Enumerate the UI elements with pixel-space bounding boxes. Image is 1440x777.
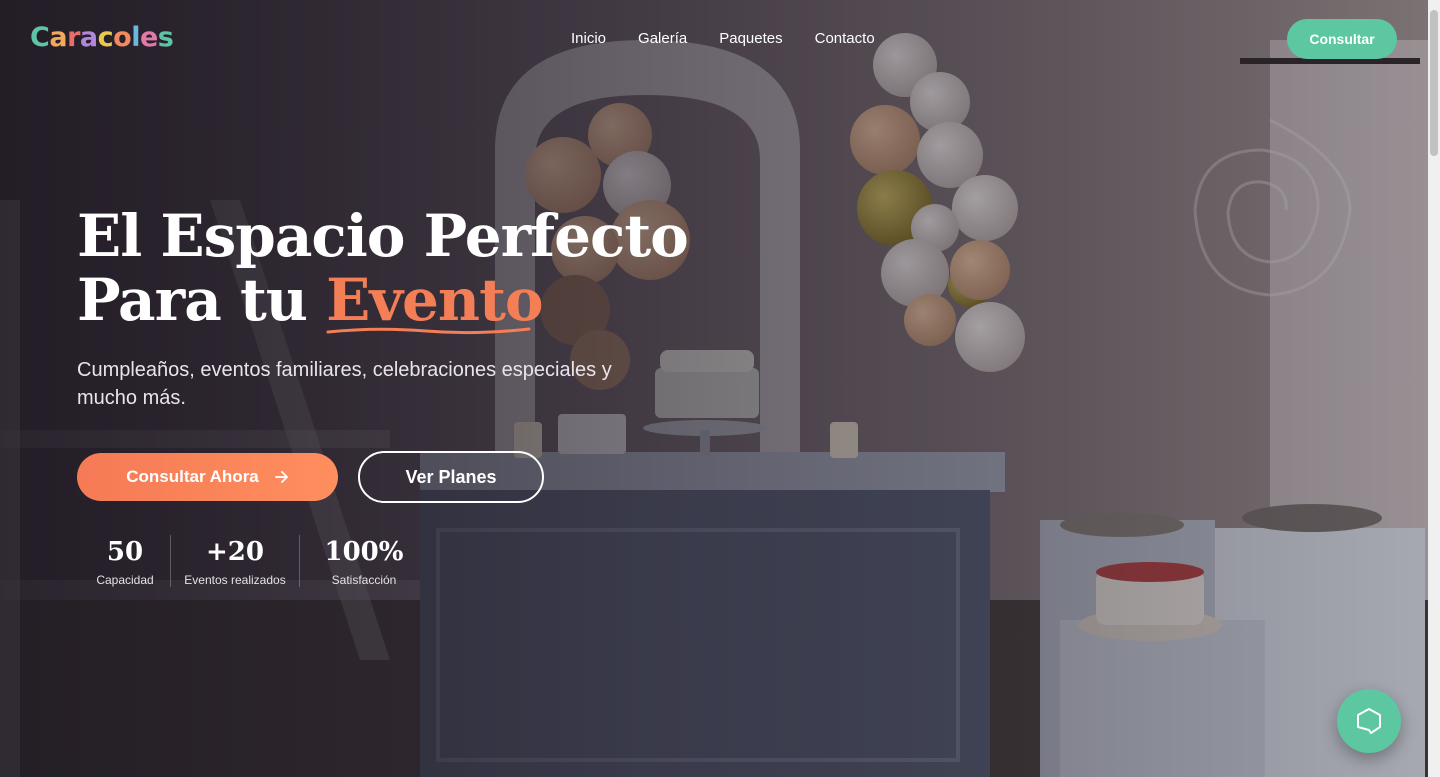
stat-label: Capacidad <box>96 573 154 587</box>
hero-title-accent-text: Evento <box>326 266 543 334</box>
scrollbar-thumb[interactable] <box>1430 10 1438 156</box>
stat-label: Eventos realizados <box>184 573 286 587</box>
hero-subtitle: Cumpleaños, eventos familiares, celebrac… <box>77 359 612 409</box>
logo-letter: o <box>113 22 132 53</box>
logo-letter: c <box>97 22 114 53</box>
logo-letter: l <box>131 22 140 53</box>
chat-bubble-icon <box>1357 708 1381 734</box>
header-consult-button[interactable]: Consultar <box>1287 19 1397 59</box>
arrow-right-icon <box>274 471 288 483</box>
hero-title-line2-prefix: Para tu <box>77 266 327 334</box>
stat-satisfaction: 100% Satisfacción <box>299 535 428 587</box>
consult-now-label: Consultar Ahora <box>126 467 259 486</box>
stats-row: 50 Capacidad +20 Eventos realizados 100%… <box>80 535 428 587</box>
consult-now-button[interactable]: Consultar Ahora <box>77 453 338 501</box>
logo-letter: r <box>67 22 80 53</box>
logo-letter: a <box>79 22 98 53</box>
hero-title: El Espacio Perfecto Para tu Evento <box>77 202 689 335</box>
stat-capacity: 50 Capacidad <box>80 535 170 587</box>
chat-button[interactable] <box>1337 689 1401 753</box>
hero-title-accent: Evento <box>326 266 544 335</box>
nav-item-inicio[interactable]: Inicio <box>571 30 606 47</box>
logo-letter: e <box>139 22 158 53</box>
logo-letter: C <box>30 22 50 53</box>
view-plans-button[interactable]: Ver Planes <box>358 451 544 503</box>
hero-title-line1: El Espacio Perfecto <box>77 202 689 270</box>
nav-item-contacto[interactable]: Contacto <box>815 30 875 47</box>
stat-value: 50 <box>106 537 144 567</box>
nav-item-paquetes[interactable]: Paquetes <box>719 30 782 47</box>
stat-label: Satisfacción <box>331 573 397 587</box>
stat-value: +20 <box>206 537 264 567</box>
accent-underline-icon <box>326 327 531 335</box>
stat-events: +20 Eventos realizados <box>170 535 299 587</box>
nav-item-galeria[interactable]: Galería <box>638 30 687 47</box>
logo-letter: a <box>49 22 68 53</box>
stat-value: 100% <box>324 537 404 567</box>
main-nav: Inicio Galería Paquetes Contacto <box>571 30 875 47</box>
page-scrollbar[interactable] <box>1428 0 1440 777</box>
logo-letter: s <box>157 22 174 53</box>
brand-logo[interactable]: Caracoles <box>30 22 174 53</box>
